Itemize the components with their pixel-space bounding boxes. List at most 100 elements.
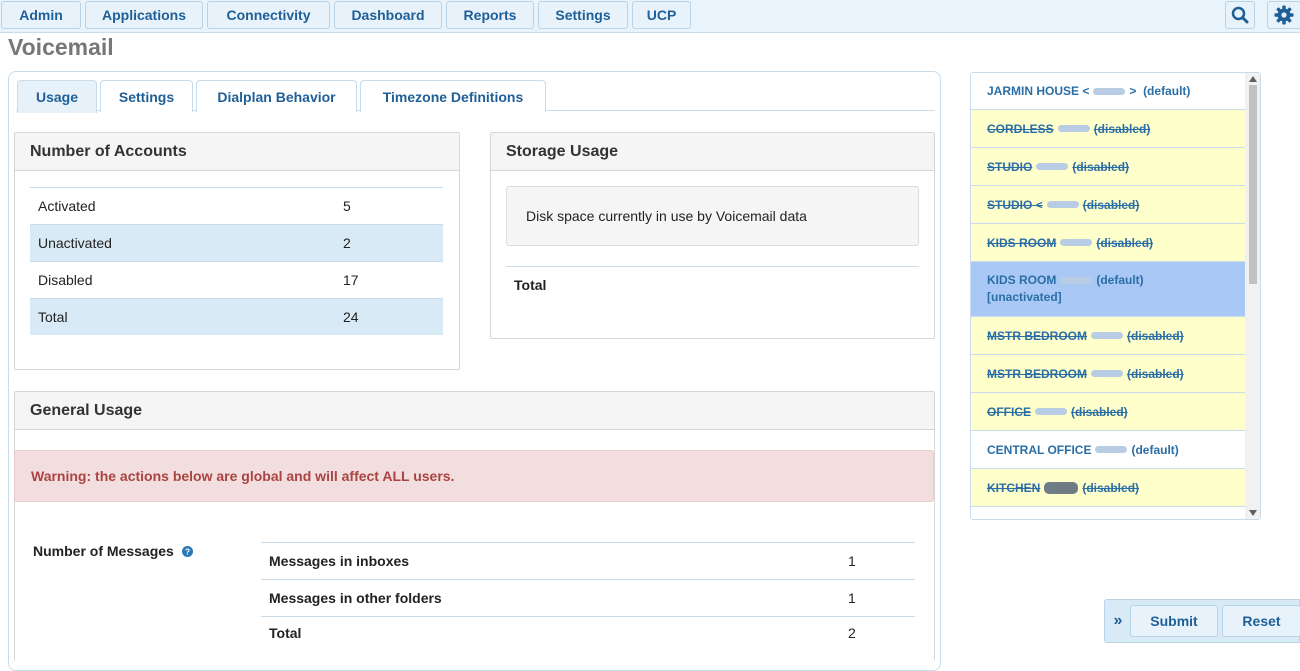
item-name: CENTRAL OFFICE bbox=[987, 442, 1092, 457]
item-name: KIDS ROOM bbox=[987, 235, 1057, 250]
list-item[interactable]: MSTR BEDROOM (disabled) bbox=[971, 355, 1246, 393]
list-scroll-thumb[interactable] bbox=[1249, 85, 1257, 284]
list-item[interactable]: JARMIN HOUSE < > (default) bbox=[971, 73, 1246, 110]
messages-label-group: Number of Messages ? bbox=[33, 543, 193, 559]
tab-dialplan-behavior[interactable]: Dialplan Behavior bbox=[196, 80, 357, 112]
gear-icon bbox=[1274, 5, 1294, 25]
list-item[interactable]: OFFICE (disabled) bbox=[971, 393, 1246, 431]
nav-connectivity[interactable]: Connectivity bbox=[207, 1, 330, 29]
redacted-blur bbox=[1091, 370, 1123, 377]
extension-list: JARMIN HOUSE < > (default) CORDLESS (disab… bbox=[970, 72, 1261, 520]
question-icon[interactable]: ? bbox=[181, 545, 193, 557]
item-line: KIDS ROOM (default) bbox=[987, 272, 1144, 289]
tab-settings[interactable]: Settings bbox=[100, 80, 193, 112]
nav-settings[interactable]: Settings bbox=[538, 1, 628, 29]
item-status: (disabled) bbox=[1082, 197, 1140, 212]
search-icon bbox=[1231, 6, 1249, 24]
item-name: MSTR BEDROOM bbox=[987, 366, 1087, 381]
row-value: 1 bbox=[848, 553, 856, 569]
table-row: Unactivated 2 bbox=[30, 224, 443, 261]
storage-total-row: Total bbox=[506, 266, 919, 303]
item-name: STUDIO bbox=[987, 159, 1033, 174]
item-name: STUDIO bbox=[987, 197, 1033, 212]
accounts-panel-title: Number of Accounts bbox=[15, 133, 459, 171]
item-bracket: < bbox=[1035, 197, 1043, 212]
item-name: CORDLESS bbox=[987, 121, 1054, 136]
nav-ucp[interactable]: UCP bbox=[632, 1, 691, 29]
item-status: (default) bbox=[1143, 84, 1191, 98]
scroll-down-icon[interactable] bbox=[1249, 510, 1257, 516]
row-value: 5 bbox=[343, 198, 351, 214]
row-label: Messages in inboxes bbox=[269, 553, 410, 569]
storage-panel-title: Storage Usage bbox=[491, 133, 934, 171]
item-status: (default) bbox=[1096, 273, 1144, 287]
table-row: Total 2 bbox=[261, 616, 915, 648]
list-item[interactable]: KITCHEN (disabled) bbox=[971, 469, 1246, 507]
redacted-blur bbox=[1060, 239, 1093, 246]
redacted-blur bbox=[1095, 446, 1128, 453]
list-item[interactable]: STUDIO (disabled) bbox=[971, 148, 1246, 186]
item-status: (disabled) bbox=[1127, 366, 1184, 381]
tab-timezone-definitions[interactable]: Timezone Definitions bbox=[360, 80, 546, 112]
item-status: (disabled) bbox=[1093, 121, 1151, 136]
nav-reports[interactable]: Reports bbox=[446, 1, 534, 29]
item-status: (default) bbox=[1131, 442, 1179, 457]
list-item[interactable]: KIDS ROOM (disabled) bbox=[971, 224, 1246, 262]
item-name: JARMIN HOUSE bbox=[987, 84, 1080, 98]
row-label: Total bbox=[38, 309, 68, 325]
nav-dashboard[interactable]: Dashboard bbox=[334, 1, 442, 29]
list-item[interactable]: MSTR BEDROOM (disabled) bbox=[971, 317, 1246, 355]
list-item[interactable]: CENTRAL OFFICE (default) bbox=[971, 431, 1246, 469]
redacted-blur bbox=[1093, 87, 1126, 95]
item-status: (disabled) bbox=[1072, 159, 1130, 174]
row-label: Messages in other folders bbox=[269, 590, 442, 606]
row-value: 17 bbox=[343, 272, 359, 288]
redacted-blur bbox=[1046, 201, 1079, 208]
list-item[interactable]: STUDIO < (disabled) bbox=[971, 186, 1246, 224]
nav-applications[interactable]: Applications bbox=[85, 1, 203, 29]
accounts-panel: Number of Accounts Activated 5 Unactivat… bbox=[14, 132, 460, 370]
row-label: Total bbox=[514, 277, 547, 293]
item-status: (disabled) bbox=[1082, 480, 1140, 495]
item-bracket: > bbox=[1129, 84, 1137, 98]
item-status: (disabled) bbox=[1071, 404, 1128, 419]
item-status: (disabled) bbox=[1096, 235, 1154, 250]
scroll-up-icon[interactable] bbox=[1249, 76, 1257, 82]
row-label: Disabled bbox=[38, 272, 93, 288]
search-button[interactable] bbox=[1225, 1, 1255, 29]
item-name: KITCHEN bbox=[987, 480, 1041, 495]
redacted-blur bbox=[1035, 408, 1067, 415]
reset-button[interactable]: Reset bbox=[1222, 605, 1300, 637]
redacted-blur bbox=[1091, 332, 1123, 339]
messages-label: Number of Messages bbox=[33, 543, 174, 559]
global-warning: Warning: the actions below are global an… bbox=[14, 450, 934, 502]
list-item[interactable]: CORDLESS (disabled) bbox=[971, 110, 1246, 148]
redacted-blur bbox=[1057, 125, 1090, 132]
submit-button[interactable]: Submit bbox=[1130, 605, 1218, 637]
storage-panel: Storage Usage Disk space currently in us… bbox=[490, 132, 935, 339]
settings-button[interactable] bbox=[1267, 1, 1300, 29]
row-label: Unactivated bbox=[38, 235, 112, 251]
table-row: Disabled 17 bbox=[30, 261, 443, 298]
list-item[interactable] bbox=[971, 507, 1246, 519]
table-row: Total 24 bbox=[30, 298, 443, 335]
svg-text:?: ? bbox=[185, 547, 190, 556]
item-status: (disabled) bbox=[1127, 328, 1184, 343]
row-value: 24 bbox=[343, 309, 359, 325]
row-label: Total bbox=[269, 624, 302, 641]
double-chevron-right-icon[interactable]: » bbox=[1110, 610, 1126, 632]
tab-usage[interactable]: Usage bbox=[17, 80, 97, 113]
row-value: 1 bbox=[848, 590, 856, 606]
list-item-selected[interactable]: KIDS ROOM (default) [unactivated] bbox=[971, 262, 1246, 317]
row-value: 2 bbox=[848, 624, 856, 641]
item-name: OFFICE bbox=[987, 404, 1031, 419]
redacted-blur bbox=[1044, 481, 1079, 494]
redacted-blur bbox=[1036, 163, 1069, 170]
item-name: MSTR BEDROOM bbox=[987, 328, 1087, 343]
row-label: Activated bbox=[38, 198, 96, 214]
item-bracket: < bbox=[1082, 84, 1090, 98]
item-name: KIDS ROOM bbox=[987, 273, 1057, 287]
nav-admin[interactable]: Admin bbox=[1, 1, 81, 29]
item-extra: [unactivated] bbox=[987, 290, 1062, 304]
page-title: Voicemail bbox=[8, 34, 114, 60]
